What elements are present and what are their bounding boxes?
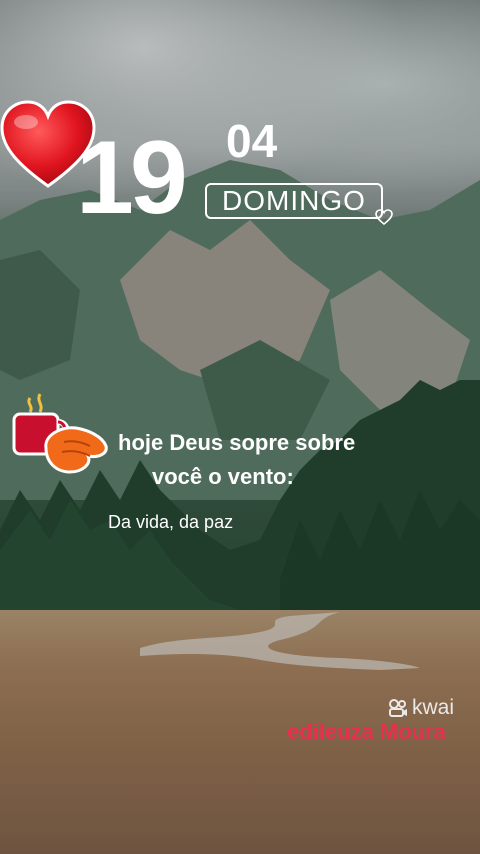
coffee-hand-sticker: [12, 393, 108, 474]
author-name: edileuza Moura: [287, 719, 446, 744]
month-number: 04: [226, 115, 278, 167]
weekday-label: DOMINGO: [205, 183, 383, 219]
message-line-1: hoje Deus sopre sobre: [118, 430, 356, 455]
kwai-watermark: kwai: [388, 696, 454, 720]
river: [140, 612, 420, 670]
kwai-logo-icon: [389, 699, 407, 717]
message-line-2: você o vento:: [152, 464, 294, 489]
message-line-3: Da vida, da paz: [108, 512, 234, 532]
small-heart-icon: [375, 209, 393, 225]
hand-icon: [44, 426, 108, 474]
day-number: 19: [76, 120, 188, 236]
kwai-brand-label: kwai: [412, 696, 455, 719]
background-scene: 19 04 DOMINGO hoje Deus sopre sobre você…: [0, 0, 480, 854]
